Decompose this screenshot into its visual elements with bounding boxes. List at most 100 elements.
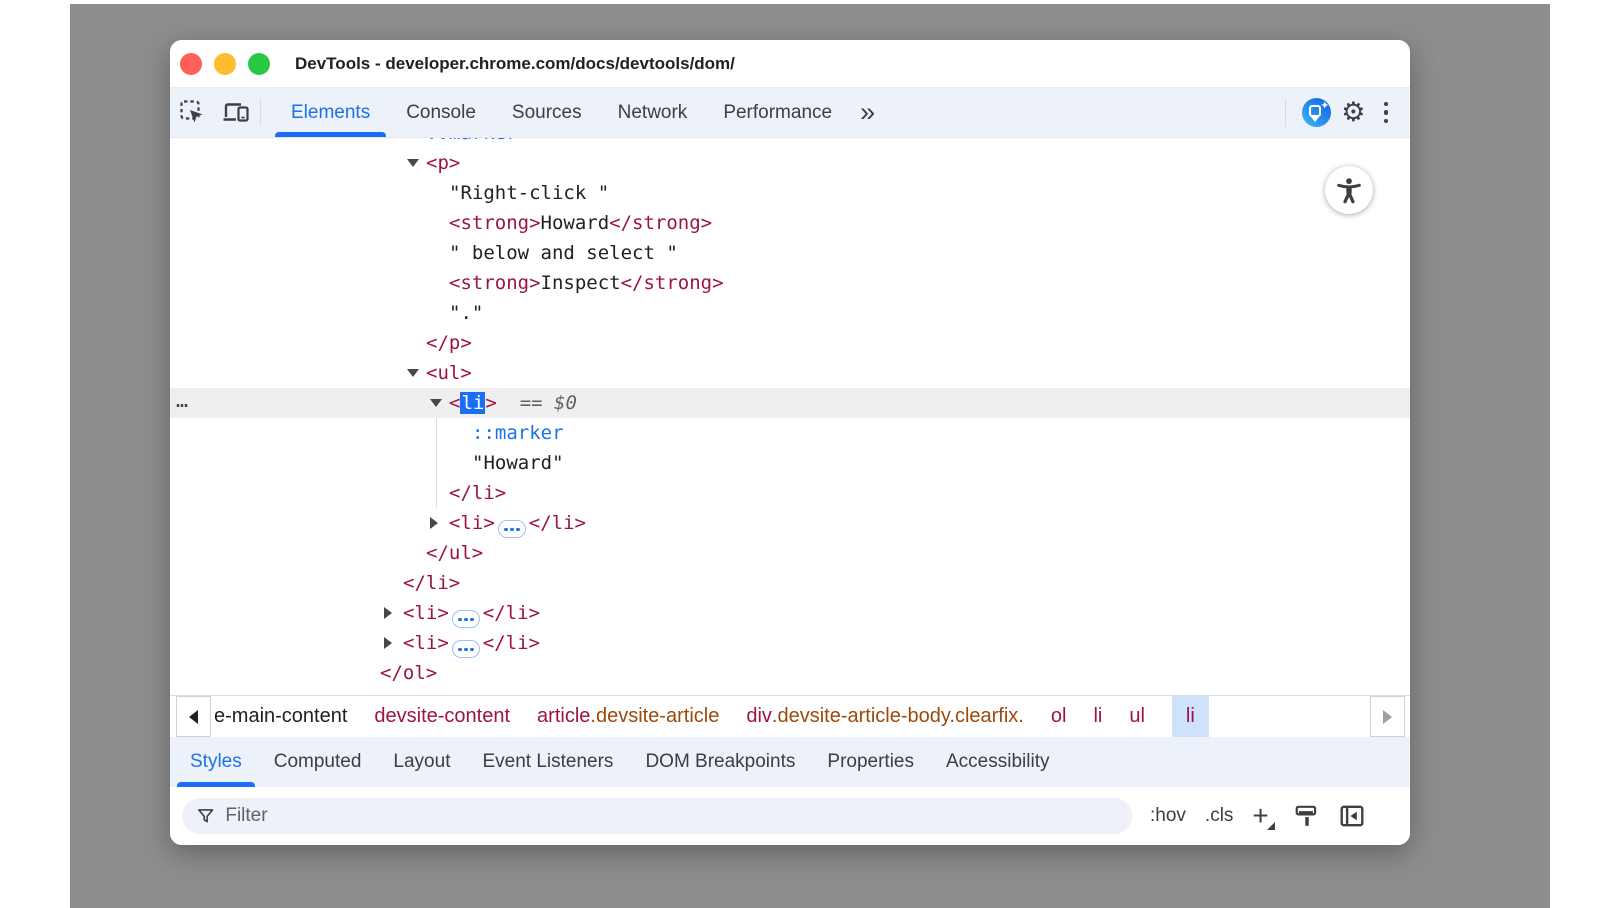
- tab-performance[interactable]: Performance: [705, 88, 850, 137]
- dom-tree-row[interactable]: </p>: [170, 328, 1410, 358]
- expand-arrow-down-icon[interactable]: [407, 148, 426, 178]
- dom-tree-row[interactable]: </ul>: [170, 538, 1410, 568]
- dom-tree-row[interactable]: </li>: [170, 568, 1410, 598]
- sidebar-tab-dom-breakpoints[interactable]: DOM Breakpoints: [629, 737, 811, 787]
- code-token: Inspect: [541, 272, 621, 294]
- expand-arrow-down-icon[interactable]: [430, 388, 449, 418]
- settings-gear-icon[interactable]: ⚙: [1341, 99, 1365, 126]
- tab-network[interactable]: Network: [600, 88, 706, 137]
- breadcrumb-token: devsite-content: [374, 705, 510, 728]
- breadcrumb-scroll-right-button[interactable]: [1370, 696, 1405, 737]
- breadcrumb-item[interactable]: devsite-content: [374, 696, 510, 737]
- collapsed-content-icon[interactable]: [452, 610, 480, 628]
- code-token: </strong>: [609, 212, 712, 234]
- panel-tabs: ElementsConsoleSourcesNetworkPerformance: [273, 88, 850, 137]
- device-toolbar-icon[interactable]: [214, 88, 258, 137]
- breadcrumb-item[interactable]: li: [1093, 696, 1102, 737]
- code-token: ==: [520, 392, 543, 414]
- breadcrumb-token: article: [537, 705, 590, 728]
- code-token: "Right-click ": [449, 182, 609, 204]
- rendering-emulation-icon[interactable]: [1294, 803, 1320, 829]
- page-accessibility-widget-button[interactable]: [1325, 166, 1373, 214]
- expand-arrow-right-icon[interactable]: [430, 508, 449, 538]
- sidebar-tab-accessibility[interactable]: Accessibility: [930, 737, 1065, 787]
- dom-tree-row[interactable]: <li></li>: [170, 508, 1410, 538]
- sidebar-tab-styles[interactable]: Styles: [174, 737, 258, 787]
- expand-arrow-down-icon[interactable]: [407, 358, 426, 388]
- toolbar-divider: [1285, 99, 1286, 127]
- dom-tree-row[interactable]: <li> </li>: [170, 628, 1410, 658]
- dom-tree-row[interactable]: ::marker: [170, 138, 1410, 148]
- sidebar-tab-properties[interactable]: Properties: [811, 737, 930, 787]
- element-classes-button[interactable]: .cls: [1205, 805, 1234, 827]
- minimize-window-button[interactable]: [214, 53, 236, 75]
- toolbar-right-controls: ✦ ⚙: [1285, 88, 1410, 137]
- dom-tree-row[interactable]: ::marker: [170, 418, 1410, 448]
- code-token: </li>: [449, 482, 506, 504]
- dom-tree-row[interactable]: <li></li>: [170, 598, 1410, 628]
- breadcrumb-item[interactable]: ul: [1129, 696, 1145, 737]
- right-arrow-icon: [1383, 710, 1392, 724]
- expand-arrow-right-icon[interactable]: [384, 598, 403, 628]
- breadcrumb-item[interactable]: div.devsite-article-body.clearfix.: [746, 696, 1024, 737]
- dom-tree-row[interactable]: " below and select ": [170, 238, 1410, 268]
- sidebar-tab-computed[interactable]: Computed: [258, 737, 378, 787]
- code-token: ::marker: [426, 138, 518, 144]
- code-token: $0: [554, 392, 577, 414]
- sidebar-tab-event-listeners[interactable]: Event Listeners: [466, 737, 629, 787]
- breadcrumb-token: ul: [1129, 705, 1145, 728]
- breadcrumb-item[interactable]: li: [1172, 696, 1209, 737]
- dom-tree-row[interactable]: ".": [170, 298, 1410, 328]
- collapsed-content-icon[interactable]: [498, 520, 526, 538]
- code-token: <ul>: [426, 362, 472, 384]
- collapsed-content-icon[interactable]: [452, 640, 480, 658]
- filter-funnel-icon: [196, 806, 215, 826]
- code-token: <li>: [403, 632, 449, 654]
- traffic-lights: [180, 53, 270, 75]
- code-token: [497, 392, 520, 414]
- tab-sources[interactable]: Sources: [494, 88, 600, 137]
- breadcrumb-scroll-left-button[interactable]: [176, 696, 211, 737]
- filter-input-container[interactable]: [182, 798, 1132, 834]
- zoom-window-button[interactable]: [248, 53, 270, 75]
- filter-input[interactable]: [225, 805, 1118, 827]
- code-token: </ul>: [426, 542, 483, 564]
- code-token: </p>: [426, 332, 472, 354]
- dock-sidebar-icon[interactable]: [1339, 803, 1365, 829]
- code-token: <strong>: [449, 212, 541, 234]
- more-options-kebab-icon[interactable]: [1376, 98, 1397, 128]
- close-window-button[interactable]: [180, 53, 202, 75]
- dom-tree-row[interactable]: </ol>: [170, 658, 1410, 688]
- dom-tree-panel: ::marker<p>"Right-click "<strong>Howard<…: [170, 138, 1410, 695]
- dom-tree-row[interactable]: "Right-click ": [170, 178, 1410, 208]
- code-token: </li>: [529, 512, 586, 534]
- tab-elements[interactable]: Elements: [273, 88, 388, 137]
- breadcrumb-item[interactable]: article.devsite-article: [537, 696, 719, 737]
- left-arrow-icon: [189, 710, 198, 724]
- dom-tree-row[interactable]: …<li> == $0: [170, 388, 1410, 418]
- code-token: li: [460, 392, 485, 414]
- breadcrumb: e-main-content devsite-content article.dev…: [211, 696, 1370, 737]
- dom-tree-row[interactable]: "Howard": [170, 448, 1410, 478]
- breadcrumb-item[interactable]: ol: [1051, 696, 1067, 737]
- dom-tree-row[interactable]: <ul>: [170, 358, 1410, 388]
- dom-tree-row[interactable]: <p>: [170, 148, 1410, 178]
- ai-assistance-icon[interactable]: ✦: [1302, 98, 1331, 127]
- dom-tree-row[interactable]: <strong>Howard</strong>: [170, 208, 1410, 238]
- style-toolbar-controls: :hov .cls +: [1150, 802, 1365, 830]
- dom-tree-row[interactable]: <strong>Inspect</strong>: [170, 268, 1410, 298]
- more-tabs-icon[interactable]: »: [850, 88, 883, 137]
- tab-console[interactable]: Console: [388, 88, 494, 137]
- inspect-element-icon[interactable]: [170, 88, 214, 137]
- code-token: </li>: [483, 602, 540, 624]
- code-token: >: [485, 392, 496, 414]
- dom-tree-row[interactable]: </li>: [170, 478, 1410, 508]
- expand-arrow-right-icon[interactable]: [384, 628, 403, 658]
- breadcrumb-item[interactable]: e-main-content: [214, 696, 347, 737]
- code-token: </strong>: [621, 272, 724, 294]
- new-style-rule-button[interactable]: +: [1252, 802, 1274, 830]
- code-token: </li>: [483, 632, 540, 654]
- sidebar-tab-layout[interactable]: Layout: [377, 737, 466, 787]
- sidebar-tab-bar: StylesComputedLayoutEvent ListenersDOM B…: [170, 737, 1410, 787]
- toggle-element-state-button[interactable]: :hov: [1150, 805, 1186, 827]
